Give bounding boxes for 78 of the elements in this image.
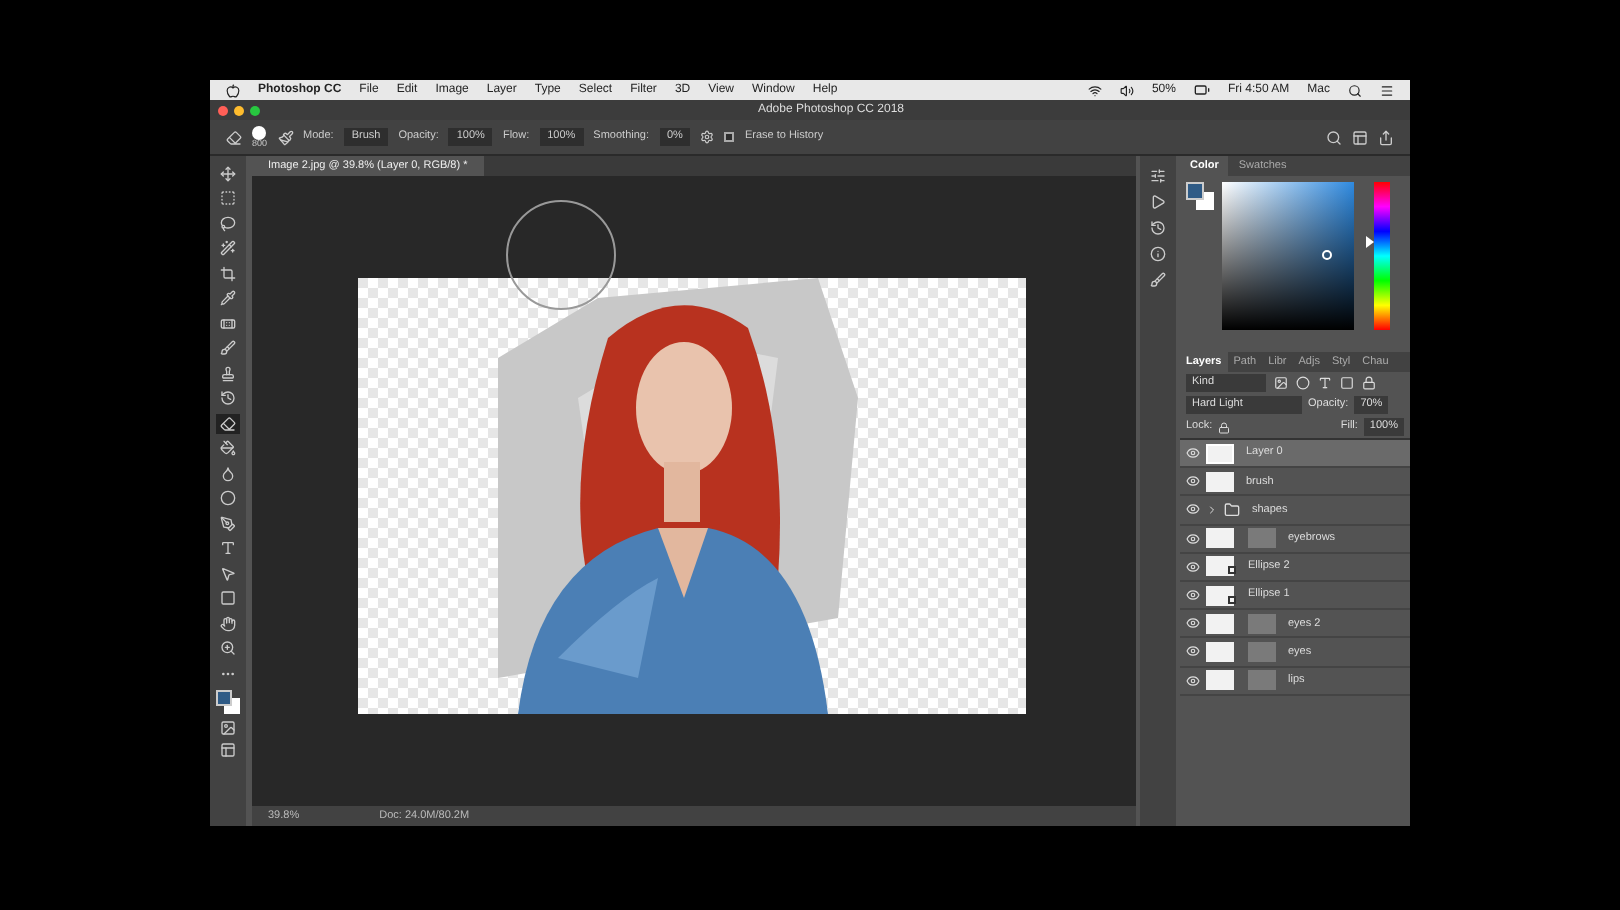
rectangle-icon[interactable] bbox=[216, 589, 240, 608]
eraser-icon[interactable] bbox=[216, 414, 240, 433]
type-icon[interactable] bbox=[216, 539, 240, 558]
move-icon[interactable] bbox=[216, 164, 240, 183]
volume-icon[interactable] bbox=[1119, 83, 1134, 97]
visibility-icon[interactable] bbox=[1186, 531, 1200, 546]
settings-icon[interactable] bbox=[700, 130, 715, 144]
layer-mask-thumbnail bbox=[1248, 641, 1276, 662]
color-picker-field[interactable] bbox=[1222, 182, 1354, 330]
search-icon[interactable] bbox=[1348, 83, 1362, 97]
stamp-icon[interactable] bbox=[216, 364, 240, 383]
workspace-icon[interactable] bbox=[1352, 129, 1368, 145]
visibility-icon[interactable] bbox=[1186, 502, 1200, 517]
close-button[interactable] bbox=[218, 105, 228, 115]
folder-icon bbox=[1224, 501, 1240, 518]
checkbox[interactable] bbox=[724, 132, 735, 142]
visibility-icon[interactable] bbox=[1186, 446, 1200, 461]
magic-wand-icon[interactable] bbox=[216, 239, 240, 258]
brush-preview-icon[interactable] bbox=[252, 125, 267, 140]
lock-icon[interactable] bbox=[1218, 421, 1231, 433]
quick-mask-icon[interactable] bbox=[220, 719, 236, 735]
info-icon[interactable] bbox=[1150, 246, 1166, 262]
shape-filter-icon[interactable] bbox=[1340, 376, 1354, 390]
color-picker-handle[interactable] bbox=[1322, 250, 1332, 260]
visibility-icon[interactable] bbox=[1186, 474, 1200, 489]
zoom-icon[interactable] bbox=[216, 639, 240, 658]
history-icon[interactable] bbox=[1150, 220, 1166, 236]
zoom-button[interactable] bbox=[250, 105, 260, 115]
brush-cursor-icon bbox=[506, 200, 616, 310]
apple-icon[interactable] bbox=[226, 83, 240, 97]
minimize-button[interactable] bbox=[234, 105, 244, 115]
layer-thumbnail bbox=[1206, 613, 1234, 634]
lasso-icon[interactable] bbox=[216, 214, 240, 233]
play-icon[interactable] bbox=[1150, 194, 1166, 210]
layer-thumbnail bbox=[1206, 528, 1234, 549]
layer-thumbnail bbox=[1206, 471, 1234, 492]
battery-icon[interactable] bbox=[1193, 82, 1210, 98]
visibility-icon[interactable] bbox=[1186, 588, 1200, 603]
history-brush-icon[interactable] bbox=[216, 389, 240, 408]
shape-badge-icon bbox=[1228, 595, 1236, 604]
hue-slider-thumb[interactable] bbox=[1366, 235, 1374, 248]
eraser-icon[interactable] bbox=[226, 129, 242, 145]
pointer-icon[interactable] bbox=[216, 564, 240, 583]
hand-icon[interactable] bbox=[216, 614, 240, 633]
adjustment-filter-icon[interactable] bbox=[1296, 376, 1310, 390]
layer-mask-thumbnail bbox=[1248, 613, 1276, 634]
visibility-icon[interactable] bbox=[1186, 559, 1200, 574]
adjustments-icon[interactable] bbox=[1150, 168, 1166, 184]
lock-filter-icon[interactable] bbox=[1362, 376, 1376, 390]
layer-thumbnail bbox=[1206, 443, 1234, 464]
shape-badge-icon bbox=[1228, 566, 1236, 575]
crop-icon[interactable] bbox=[216, 264, 240, 283]
menu-icon[interactable] bbox=[1380, 83, 1394, 97]
marquee-icon[interactable] bbox=[216, 189, 240, 208]
type-filter-icon[interactable] bbox=[1318, 376, 1332, 390]
share-icon[interactable] bbox=[1378, 129, 1394, 145]
screen-mode-icon[interactable] bbox=[220, 741, 236, 757]
dodge-icon[interactable] bbox=[216, 489, 240, 508]
layer-thumbnail bbox=[1206, 556, 1234, 577]
visibility-icon[interactable] bbox=[1186, 616, 1200, 631]
bandage-icon[interactable] bbox=[216, 314, 240, 333]
foreground-color-swatch[interactable] bbox=[216, 689, 232, 705]
layer-thumbnail bbox=[1206, 585, 1234, 606]
layer-mask-thumbnail bbox=[1248, 670, 1276, 691]
brush-icon[interactable] bbox=[1150, 272, 1166, 288]
visibility-icon[interactable] bbox=[1186, 673, 1200, 688]
foreground-color-swatch[interactable] bbox=[1186, 182, 1204, 200]
paint-bucket-icon[interactable] bbox=[216, 439, 240, 458]
pen-icon[interactable] bbox=[216, 514, 240, 533]
layer-thumbnail bbox=[1206, 641, 1234, 662]
eyedropper-icon[interactable] bbox=[216, 289, 240, 308]
visibility-icon[interactable] bbox=[1186, 644, 1200, 659]
wifi-icon[interactable] bbox=[1087, 83, 1102, 97]
layer-mask-thumbnail bbox=[1248, 528, 1276, 549]
brush-icon[interactable] bbox=[216, 339, 240, 358]
layer-thumbnail bbox=[1206, 670, 1234, 691]
pixel-filter-icon[interactable] bbox=[1274, 376, 1288, 390]
brush-settings-icon[interactable] bbox=[277, 129, 294, 145]
